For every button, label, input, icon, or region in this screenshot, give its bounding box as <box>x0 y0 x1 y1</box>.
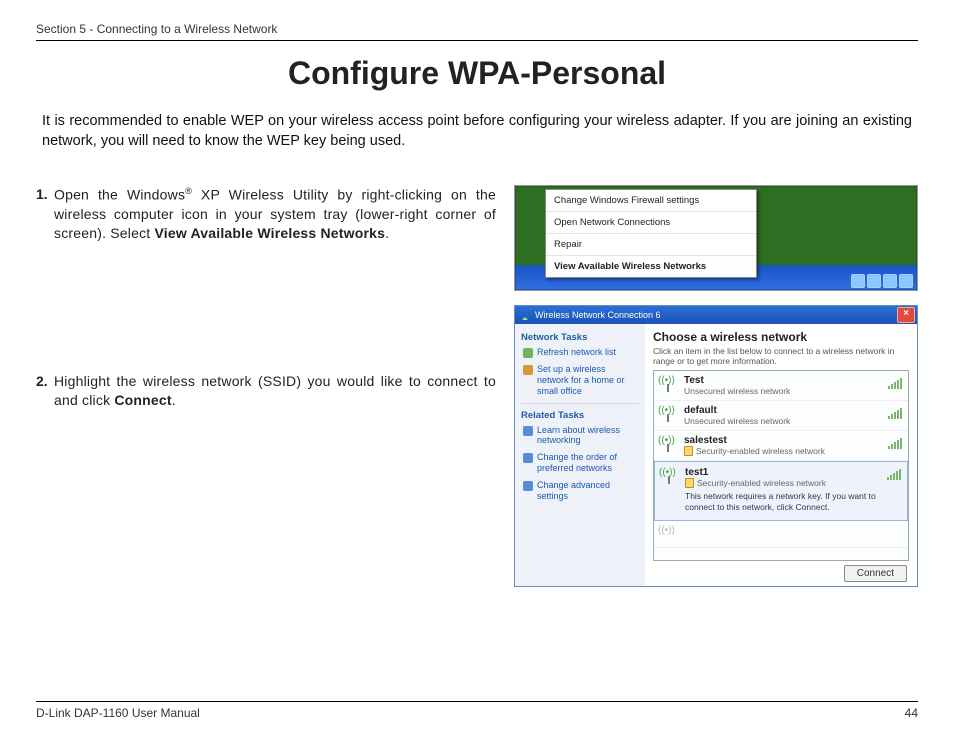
network-item[interactable]: salestest Security-enabled wireless netw… <box>654 431 908 461</box>
context-menu: Change Windows Firewall settings Open Ne… <box>545 189 757 278</box>
context-menu-item[interactable]: Repair <box>546 233 756 255</box>
sidebar-item-advanced[interactable]: Change advanced settings <box>523 480 639 502</box>
network-desc-text: Security-enabled wireless network <box>697 478 826 488</box>
antenna-icon <box>660 435 678 455</box>
tray-icon[interactable] <box>899 274 913 288</box>
network-name: salestest <box>684 435 902 446</box>
sidebar-item-refresh[interactable]: Refresh network list <box>523 347 639 358</box>
network-item[interactable]: Test Unsecured wireless network <box>654 371 908 401</box>
network-desc: Security-enabled wireless network <box>685 478 901 488</box>
steps-column: 1. Open the Windows® XP Wireless Utility… <box>36 185 496 587</box>
system-tray <box>851 274 913 288</box>
screenshot-context-menu: Change Windows Firewall settings Open Ne… <box>514 185 918 291</box>
page-footer: D-Link DAP-1160 User Manual 44 <box>36 701 918 720</box>
step-bold: Connect <box>114 392 171 408</box>
network-desc-text: Security-enabled wireless network <box>696 446 825 456</box>
lock-icon <box>684 446 693 456</box>
network-name: test1 <box>685 467 901 478</box>
page-title: Configure WPA-Personal <box>36 55 918 92</box>
network-name: Test <box>684 375 902 386</box>
order-icon <box>523 453 533 463</box>
sidebar-item-setup[interactable]: Set up a wireless network for a home or … <box>523 364 639 396</box>
setup-icon <box>523 365 533 375</box>
tray-icon[interactable] <box>867 274 881 288</box>
signal-icon <box>887 468 901 480</box>
signal-icon <box>888 407 902 419</box>
sidebar-item-label: Change advanced settings <box>537 480 639 502</box>
step-number: 1. <box>36 185 54 242</box>
sidebar-heading: Network Tasks <box>521 332 639 343</box>
lock-icon <box>685 478 694 488</box>
network-desc: Security-enabled wireless network <box>684 446 902 456</box>
sidebar-item-label: Refresh network list <box>537 347 616 358</box>
step-1: 1. Open the Windows® XP Wireless Utility… <box>36 185 496 242</box>
footer-left: D-Link DAP-1160 User Manual <box>36 706 200 720</box>
network-item[interactable]: default Unsecured wireless network <box>654 401 908 431</box>
signal-icon <box>888 377 902 389</box>
network-list: Test Unsecured wireless network default … <box>653 370 909 561</box>
dialog-sidebar: Network Tasks Refresh network list Set u… <box>515 324 645 586</box>
sidebar-item-order[interactable]: Change the order of preferred networks <box>523 452 639 474</box>
step-text: . <box>385 225 389 241</box>
info-icon <box>523 426 533 436</box>
dialog-title: Wireless Network Connection 6 <box>535 310 661 320</box>
context-menu-item-selected[interactable]: View Available Wireless Networks <box>546 255 756 277</box>
network-item-empty <box>654 521 908 548</box>
sidebar-heading: Related Tasks <box>521 410 639 421</box>
step-2: 2. Highlight the wireless network (SSID)… <box>36 372 496 410</box>
screenshots-column: Change Windows Firewall settings Open Ne… <box>514 185 918 587</box>
signal-icon <box>888 437 902 449</box>
step-text: Open the Windows <box>54 187 185 203</box>
close-icon[interactable]: × <box>897 307 915 323</box>
section-header: Section 5 - Connecting to a Wireless Net… <box>36 22 918 41</box>
step-text: . <box>172 392 176 408</box>
step-bold: View Available Wireless Networks <box>154 225 385 241</box>
wireless-icon <box>519 310 531 320</box>
settings-icon <box>523 481 533 491</box>
sidebar-item-label: Set up a wireless network for a home or … <box>537 364 639 396</box>
tray-icon[interactable] <box>883 274 897 288</box>
dialog-main: Choose a wireless network Click an item … <box>645 324 917 586</box>
registered-mark: ® <box>185 186 192 196</box>
main-heading: Choose a wireless network <box>653 330 909 344</box>
screenshot-wireless-dialog: Wireless Network Connection 6 × Network … <box>514 305 918 587</box>
network-desc: Unsecured wireless network <box>684 386 902 396</box>
sidebar-item-learn[interactable]: Learn about wireless networking <box>523 425 639 447</box>
antenna-icon <box>661 467 679 487</box>
tray-icon[interactable] <box>851 274 865 288</box>
sidebar-item-label: Learn about wireless networking <box>537 425 639 447</box>
network-item-selected[interactable]: test1 Security-enabled wireless network … <box>654 461 908 521</box>
antenna-icon <box>660 375 678 395</box>
context-menu-item[interactable]: Open Network Connections <box>546 211 756 233</box>
sidebar-item-label: Change the order of preferred networks <box>537 452 639 474</box>
dialog-titlebar: Wireless Network Connection 6 × <box>515 306 917 324</box>
network-name: default <box>684 405 902 416</box>
network-desc: Unsecured wireless network <box>684 416 902 426</box>
antenna-icon <box>660 405 678 425</box>
footer-page-number: 44 <box>905 706 918 720</box>
context-menu-item[interactable]: Change Windows Firewall settings <box>546 190 756 211</box>
intro-paragraph: It is recommended to enable WEP on your … <box>42 112 912 151</box>
step-number: 2. <box>36 372 54 410</box>
main-subtext: Click an item in the list below to conne… <box>653 346 909 366</box>
connect-button[interactable]: Connect <box>844 565 907 582</box>
refresh-icon <box>523 348 533 358</box>
network-extra-info: This network requires a network key. If … <box>685 491 901 512</box>
